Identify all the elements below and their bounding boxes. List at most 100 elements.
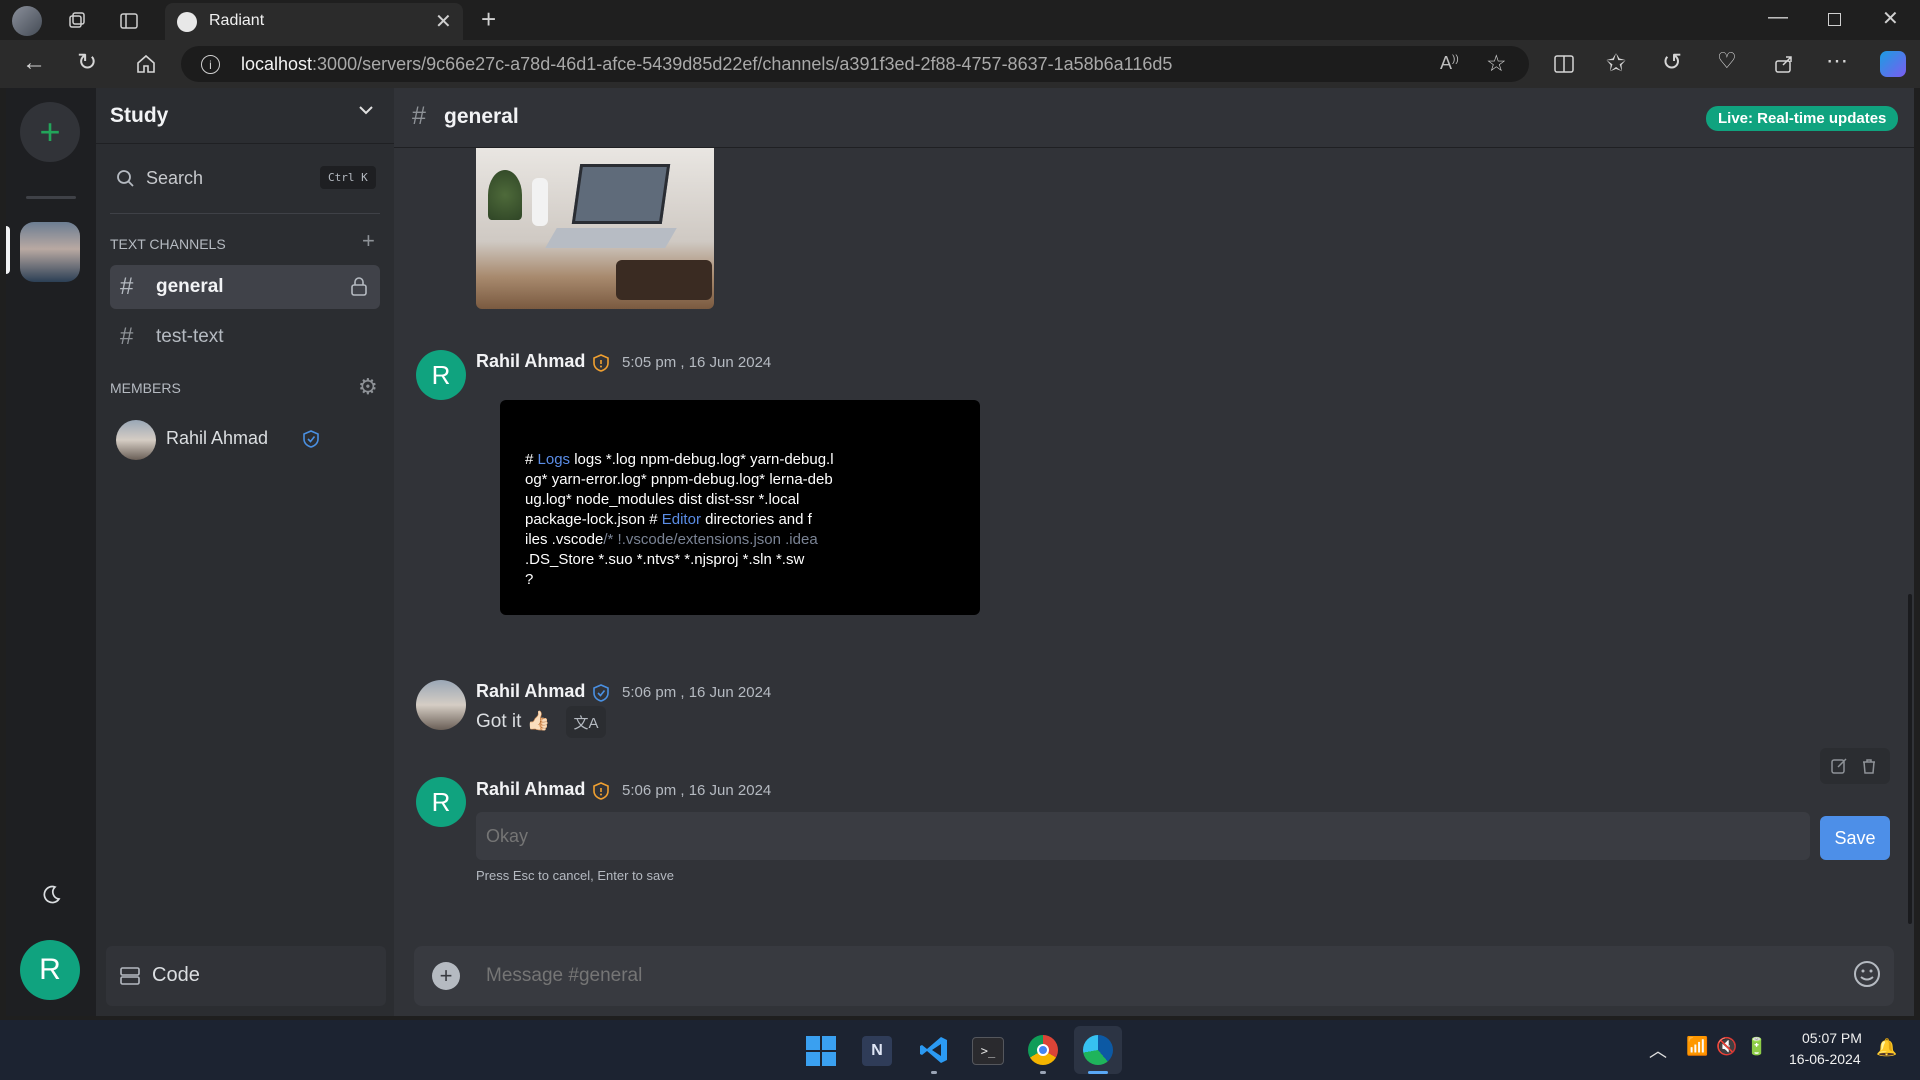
channel-item-test-text[interactable]: # test-text bbox=[110, 315, 380, 359]
live-status-badge: Live: Real-time updates bbox=[1706, 106, 1899, 131]
member-item[interactable]: Rahil Ahmad bbox=[110, 414, 380, 462]
translate-icon: 文A bbox=[573, 714, 599, 732]
favorites-icon[interactable]: ✩ bbox=[1606, 49, 1626, 78]
server-active-indicator bbox=[6, 226, 10, 274]
image-attachment[interactable] bbox=[476, 148, 714, 309]
address-bar[interactable]: i localhost:3000/servers/9c66e27c-a78d-4… bbox=[181, 46, 1529, 82]
history-icon[interactable]: ↺ bbox=[1662, 48, 1682, 77]
edit-hint: Press Esc to cancel, Enter to save bbox=[476, 868, 674, 883]
verified-shield-icon bbox=[592, 683, 610, 703]
window-close-icon[interactable]: ✕ bbox=[1882, 6, 1899, 31]
split-screen-icon[interactable] bbox=[1552, 52, 1576, 76]
channel-hashtag-icon: # bbox=[412, 102, 426, 130]
save-button-label: Save bbox=[1834, 827, 1876, 848]
windows-start-icon[interactable] bbox=[806, 1036, 836, 1066]
profile-avatar[interactable] bbox=[12, 6, 42, 36]
file-line: package-lock.json # Editor directories a… bbox=[525, 511, 812, 528]
chat-header: # general Live: Real-time updates bbox=[394, 88, 1914, 148]
restore-icon[interactable] bbox=[1828, 13, 1841, 26]
wifi-icon[interactable]: 📶 bbox=[1686, 1036, 1708, 1057]
member-avatar bbox=[116, 420, 156, 460]
translate-button[interactable]: 文A bbox=[566, 706, 606, 738]
message-timestamp: 5:06 pm , 16 Jun 2024 bbox=[622, 782, 772, 799]
members-heading: MEMBERS bbox=[110, 380, 181, 396]
home-icon[interactable] bbox=[132, 50, 160, 78]
add-server-button[interactable]: + bbox=[20, 102, 80, 162]
message-author[interactable]: Rahil Ahmad bbox=[476, 681, 585, 702]
message-author[interactable]: Rahil Ahmad bbox=[476, 779, 585, 800]
edit-message-input[interactable] bbox=[476, 812, 1810, 860]
user-avatar[interactable]: R bbox=[20, 940, 80, 1000]
file-preview-text: # Logs logs *.log npm-debug.log* yarn-de… bbox=[525, 450, 925, 590]
notification-bell-icon[interactable]: 🔔 bbox=[1876, 1038, 1897, 1058]
favorite-star-icon[interactable]: ☆ bbox=[1486, 50, 1507, 77]
theme-toggle-moon-icon[interactable] bbox=[40, 884, 62, 906]
site-info-icon[interactable]: i bbox=[201, 55, 220, 74]
taskbar-date[interactable]: 16-06-2024 bbox=[1789, 1051, 1861, 1067]
battery-icon[interactable]: 🔋 bbox=[1746, 1037, 1767, 1057]
verified-shield-icon bbox=[302, 429, 320, 449]
back-icon[interactable]: ← bbox=[22, 49, 46, 77]
server-icon-study[interactable] bbox=[20, 222, 80, 282]
copilot-icon[interactable] bbox=[1880, 51, 1906, 77]
workspaces-icon[interactable] bbox=[62, 6, 92, 36]
url-path: :3000/servers/9c66e27c-a78d-46d1-afce-54… bbox=[312, 54, 1173, 74]
tray-chevron-up-icon[interactable]: ︿ bbox=[1649, 1037, 1667, 1063]
file-line: .DS_Store *.suo *.ntvs* *.njsproj *.sln … bbox=[525, 551, 805, 568]
emoji-smile-icon[interactable] bbox=[1852, 959, 1882, 989]
message-author[interactable]: Rahil Ahmad bbox=[476, 351, 585, 372]
image-mousepad bbox=[616, 260, 712, 300]
attach-plus-button[interactable]: + bbox=[432, 962, 460, 990]
chat-main: # general Live: Real-time updates R Rahi… bbox=[394, 88, 1914, 1016]
author-avatar[interactable]: R bbox=[416, 777, 466, 827]
author-avatar-letter: R bbox=[431, 359, 451, 390]
tab-title: Radiant bbox=[209, 12, 265, 29]
author-avatar[interactable] bbox=[416, 680, 466, 730]
read-aloud-icon[interactable]: A)) bbox=[1440, 53, 1459, 74]
browser-tab-active[interactable]: Radiant ✕ bbox=[165, 3, 463, 40]
user-avatar-letter: R bbox=[39, 953, 61, 986]
file-line: # Logs logs *.log npm-debug.log* yarn-de… bbox=[525, 451, 834, 468]
edit-pencil-icon[interactable] bbox=[1829, 756, 1849, 776]
channel-item-general[interactable]: # general bbox=[110, 265, 380, 309]
code-footer-label: Code bbox=[152, 964, 200, 986]
terminal-app-icon[interactable]: >_ bbox=[972, 1037, 1004, 1065]
role-shield-icon bbox=[592, 781, 610, 801]
delete-trash-icon[interactable] bbox=[1859, 756, 1879, 776]
new-tab-icon[interactable]: + bbox=[481, 4, 496, 35]
add-channel-icon[interactable]: + bbox=[362, 228, 375, 254]
taskbar-time[interactable]: 05:07 PM bbox=[1802, 1030, 1862, 1046]
refresh-icon[interactable]: ↻ bbox=[77, 48, 97, 77]
member-settings-gear-icon[interactable]: ⚙ bbox=[358, 374, 378, 400]
os-taskbar bbox=[0, 1020, 1920, 1080]
file-line: ? bbox=[525, 571, 534, 588]
author-avatar[interactable]: R bbox=[416, 350, 466, 400]
channel-name: test-text bbox=[156, 326, 224, 347]
lock-icon bbox=[350, 276, 368, 296]
image-bottle bbox=[532, 178, 548, 226]
server-header[interactable]: Study bbox=[96, 88, 394, 144]
vscode-app-icon[interactable] bbox=[918, 1034, 950, 1066]
onenote-app-icon[interactable]: N bbox=[862, 1036, 892, 1066]
hashtag-icon: # bbox=[120, 323, 134, 350]
code-footer-button[interactable]: Code bbox=[106, 946, 386, 1006]
more-options-icon[interactable]: ⋯ bbox=[1826, 48, 1848, 74]
message-text: Got it 👍🏻 bbox=[476, 711, 551, 732]
file-preview[interactable]: # Logs logs *.log npm-debug.log* yarn-de… bbox=[500, 400, 980, 615]
chrome-app-icon[interactable] bbox=[1028, 1035, 1058, 1065]
member-name: Rahil Ahmad bbox=[166, 428, 269, 448]
minimize-icon[interactable]: — bbox=[1768, 6, 1788, 29]
channel-name: general bbox=[156, 276, 224, 297]
channel-title: general bbox=[444, 105, 519, 128]
volume-muted-icon[interactable]: 🔇 bbox=[1716, 1037, 1737, 1057]
vscode-running-dot bbox=[931, 1071, 937, 1074]
browser-essentials-icon[interactable]: ♡ bbox=[1717, 48, 1737, 74]
share-icon[interactable] bbox=[1772, 52, 1796, 76]
vertical-tabs-icon[interactable] bbox=[114, 6, 144, 36]
save-button[interactable]: Save bbox=[1820, 816, 1890, 860]
message-input[interactable] bbox=[484, 956, 1784, 996]
search-button[interactable]: Search Ctrl K bbox=[106, 158, 382, 198]
edge-app-icon[interactable] bbox=[1083, 1035, 1113, 1065]
tab-close-icon[interactable]: ✕ bbox=[435, 9, 452, 34]
chat-scrollbar[interactable] bbox=[1908, 594, 1912, 924]
